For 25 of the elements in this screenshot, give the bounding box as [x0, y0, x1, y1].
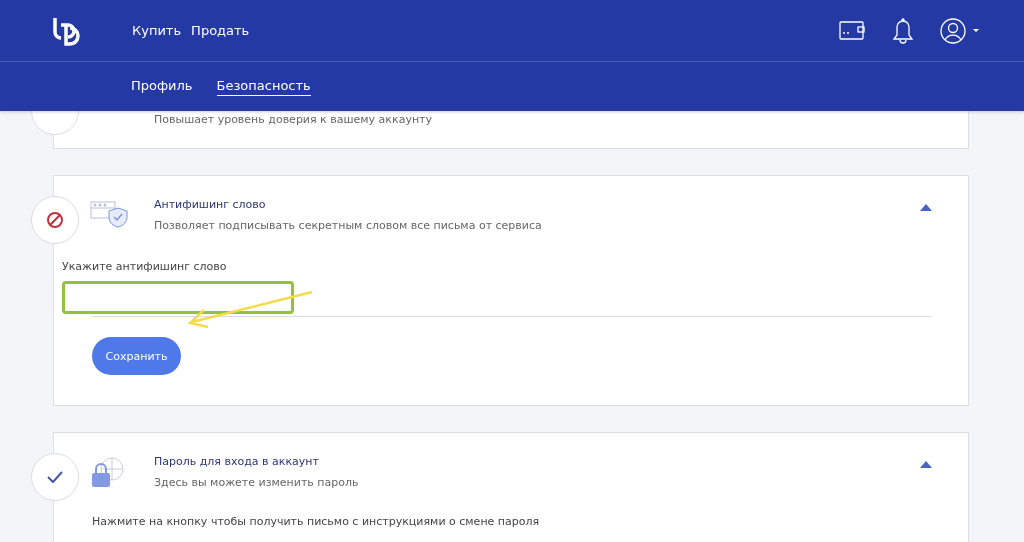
section-description: Повышает уровень доверия к вашему аккаунту: [154, 113, 433, 126]
collapse-button[interactable]: [920, 461, 932, 468]
logo[interactable]: [52, 15, 80, 46]
nav-link[interactable]: Купить: [132, 23, 182, 38]
wallet-icon[interactable]: [839, 20, 866, 41]
collapse-button[interactable]: [920, 204, 932, 211]
account-menu[interactable]: [940, 16, 980, 45]
tab[interactable]: Профиль: [131, 78, 193, 96]
caret-icon: [920, 461, 932, 468]
bell-icon[interactable]: [892, 17, 914, 44]
save-button[interactable]: Сохранить: [92, 337, 181, 375]
lock-icon: [90, 457, 124, 489]
nav-link[interactable]: Продать: [191, 23, 250, 38]
section-description: Здесь вы можете изменить пароль: [154, 476, 360, 489]
checkmark-icon: [47, 471, 63, 483]
shield-icon: [90, 200, 130, 228]
field-label: Укажите антифишинг слово: [62, 260, 228, 273]
section-title: Пароль для входа в аккаунт: [154, 455, 320, 468]
instruction-text: Нажмите на кнопку чтобы получить письмо с инструкциями о смене пароля: [92, 515, 541, 528]
input-field[interactable]: [62, 281, 294, 314]
section-description: Позволяет подписывать секретным словом все письма от сервиса: [154, 219, 543, 232]
caret-icon: [920, 204, 932, 211]
blocked-icon: [46, 211, 64, 229]
tab[interactable]: Безопасность: [216, 78, 311, 96]
section-title: Антифишинг слово: [154, 198, 267, 211]
